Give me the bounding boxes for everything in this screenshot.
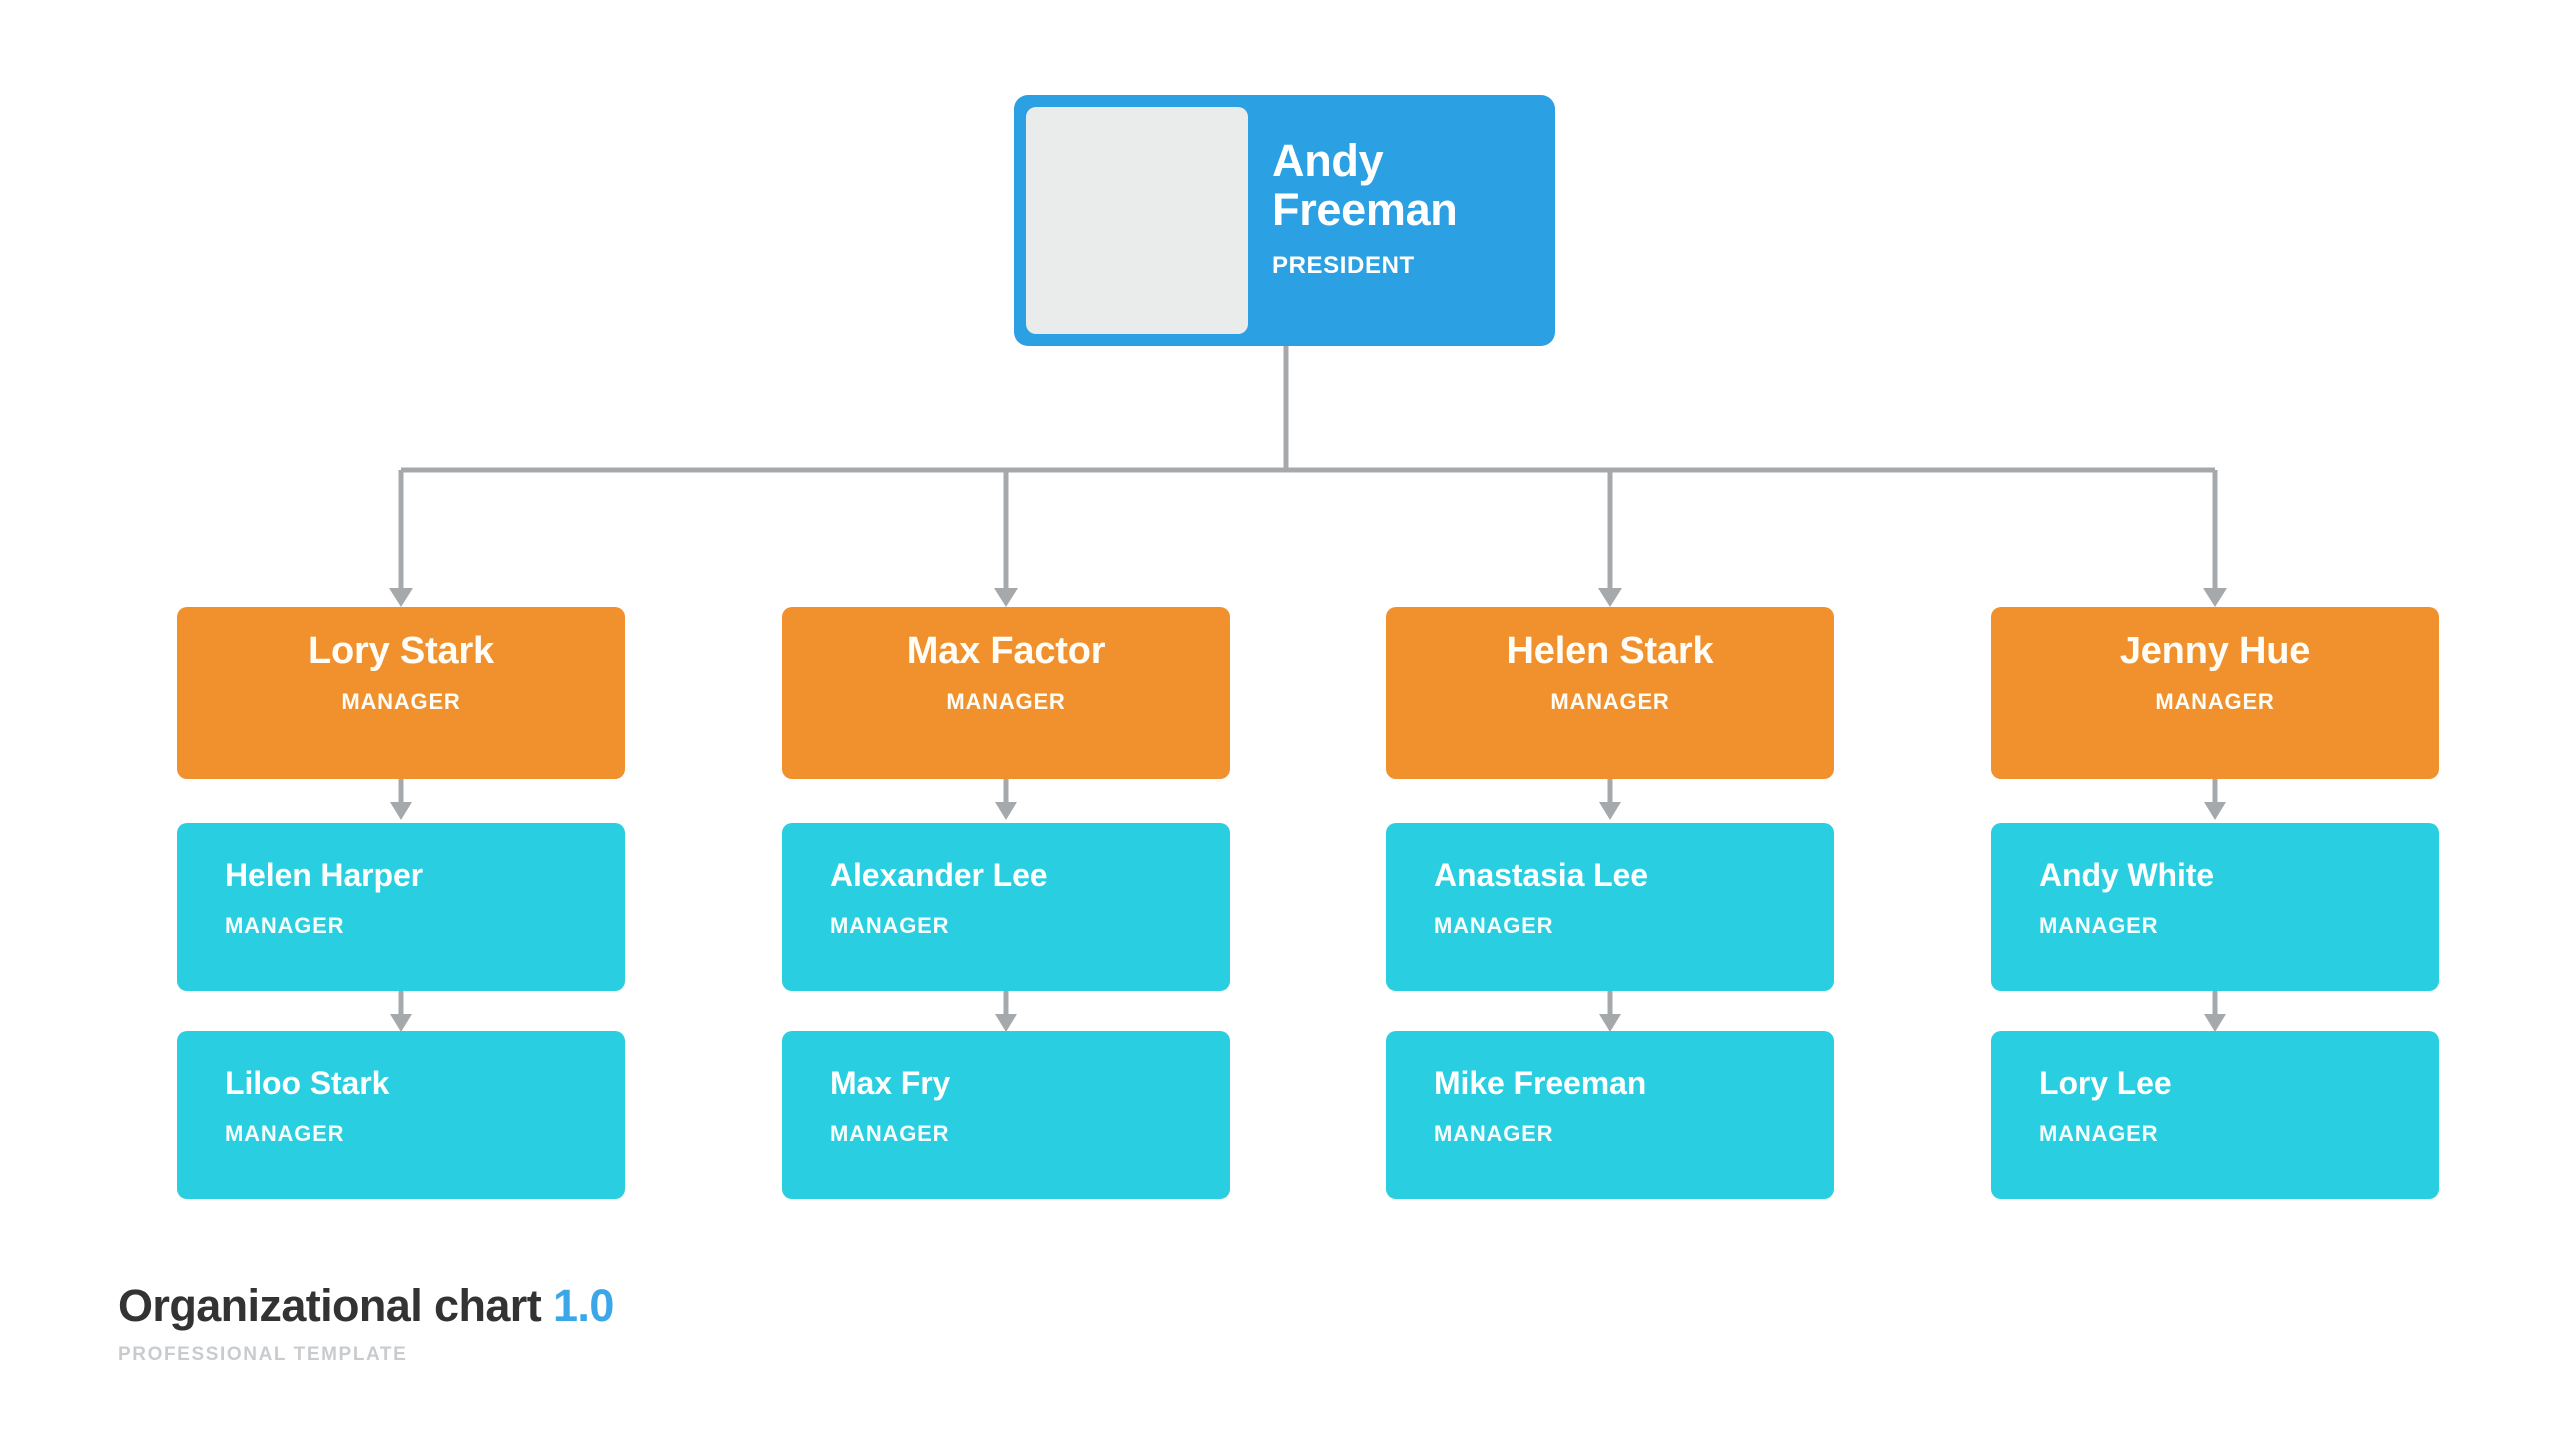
staff-role: MANAGER [1434, 1121, 1554, 1147]
staff-name: Anastasia Lee [1434, 857, 1648, 893]
staff-name: Alexander Lee [830, 857, 1048, 893]
node-staff-1-1[interactable]: Helen Harper MANAGER [177, 823, 625, 991]
manager-role: MANAGER [1550, 688, 1670, 714]
org-column-1: Lory Stark MANAGER Helen Harper MANAGER … [177, 607, 625, 1199]
node-manager-3[interactable]: Helen Stark MANAGER [1386, 607, 1834, 779]
footer: Organizational chart 1.0 PROFESSIONAL TE… [118, 1280, 614, 1366]
arrowhead-manager-3 [1598, 588, 1622, 607]
staff-role: MANAGER [225, 913, 345, 939]
staff-role: MANAGER [2039, 1121, 2159, 1147]
manager-role: MANAGER [946, 688, 1066, 714]
page-title-main: Organizational chart [118, 1280, 542, 1331]
arrowhead-manager-1 [389, 588, 413, 607]
staff-role: MANAGER [1434, 913, 1554, 939]
staff-name: Andy White [2039, 857, 2214, 893]
staff-name: Mike Freeman [1434, 1065, 1647, 1101]
node-staff-2-2[interactable]: Max Fry MANAGER [782, 1031, 1230, 1199]
node-staff-3-2[interactable]: Mike Freeman MANAGER [1386, 1031, 1834, 1199]
manager-role: MANAGER [2155, 688, 2275, 714]
staff-name: Liloo Stark [225, 1065, 390, 1101]
org-column-3: Helen Stark MANAGER Anastasia Lee MANAGE… [1386, 607, 1834, 1199]
manager-name: Helen Stark [1506, 630, 1714, 672]
arrowhead-manager-2 [994, 588, 1018, 607]
page-subtitle: PROFESSIONAL TEMPLATE [118, 1344, 408, 1365]
staff-role: MANAGER [225, 1121, 345, 1147]
node-staff-4-2[interactable]: Lory Lee MANAGER [1991, 1031, 2439, 1199]
manager-role: MANAGER [341, 688, 461, 714]
org-column-2: Max Factor MANAGER Alexander Lee MANAGER… [782, 607, 1230, 1199]
org-column-4: Jenny Hue MANAGER Andy White MANAGER Lor… [1991, 607, 2439, 1199]
page-title-version: 1.0 [553, 1280, 614, 1331]
president-name: Andy Freeman [1272, 135, 1522, 235]
staff-role: MANAGER [830, 1121, 950, 1147]
manager-name: Jenny Hue [2119, 630, 2311, 672]
manager-name: Max Factor [906, 630, 1106, 672]
org-chart-canvas: Andy Freeman PRESIDENT Lory Stark MANAGE… [0, 0, 2560, 1440]
president-role: PRESIDENT [1272, 252, 1415, 280]
arrowhead-manager-4 [2203, 588, 2227, 607]
staff-name: Lory Lee [2039, 1065, 2172, 1101]
president-name-line2: Freeman [1272, 183, 1458, 235]
staff-role: MANAGER [830, 913, 950, 939]
node-staff-4-1[interactable]: Andy White MANAGER [1991, 823, 2439, 991]
node-manager-4[interactable]: Jenny Hue MANAGER [1991, 607, 2439, 779]
staff-role: MANAGER [2039, 913, 2159, 939]
node-staff-1-2[interactable]: Liloo Stark MANAGER [177, 1031, 625, 1199]
staff-name: Max Fry [830, 1065, 951, 1101]
president-name-line1: Andy [1272, 135, 1384, 186]
avatar [1026, 107, 1248, 334]
staff-name: Helen Harper [225, 857, 423, 893]
node-manager-2[interactable]: Max Factor MANAGER [782, 607, 1230, 779]
node-president[interactable]: Andy Freeman PRESIDENT [1014, 95, 1555, 346]
president-text-block: Andy Freeman PRESIDENT [1248, 107, 1543, 334]
node-staff-2-1[interactable]: Alexander Lee MANAGER [782, 823, 1230, 991]
manager-name: Lory Stark [308, 630, 494, 672]
page-title: Organizational chart 1.0 [118, 1280, 614, 1332]
node-manager-1[interactable]: Lory Stark MANAGER [177, 607, 625, 779]
node-staff-3-1[interactable]: Anastasia Lee MANAGER [1386, 823, 1834, 991]
